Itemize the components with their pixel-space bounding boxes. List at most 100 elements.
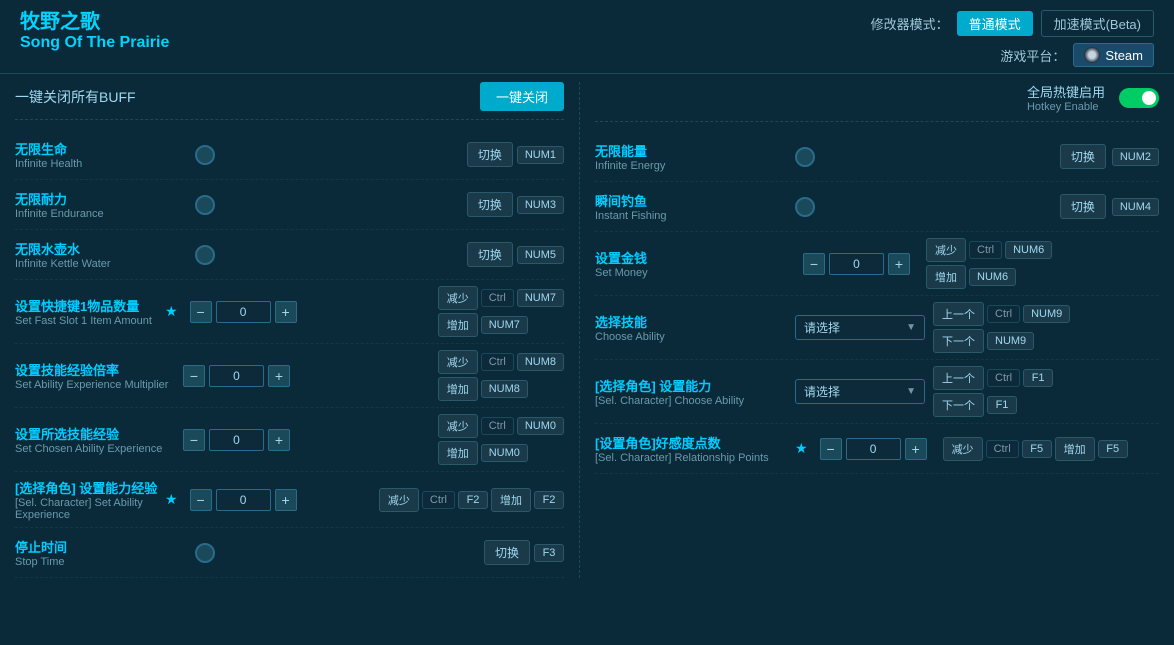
feature-fast-slot: 设置快捷键1物品数量 Set Fast Slot 1 Item Amount ★… [15,280,564,344]
feature-zh: 无限能量 [595,141,795,160]
feature-en: Choose Ability [595,331,795,343]
decrement-rel[interactable]: − [820,438,842,460]
number-control-rel: − + [820,438,927,460]
feature-label-infinite-endurance: 无限耐力 Infinite Endurance [15,189,195,220]
decrement-money[interactable]: − [803,253,825,275]
feature-en: Infinite Health [15,158,195,170]
next-key-row-sel: 下一个 F1 [933,393,1053,417]
value-input-chosen[interactable] [209,429,264,451]
decrement-chosen[interactable]: − [183,429,205,451]
hotkey-enable-toggle[interactable] [1119,88,1159,108]
nav-key-group-ability: 上一个 Ctrl NUM9 下一个 NUM9 [933,302,1070,353]
ctrl-badge-sel-prev: Ctrl [987,369,1020,387]
next-label-sel[interactable]: 下一个 [933,393,984,417]
feature-infinite-endurance: 无限耐力 Infinite Endurance 切换 NUM3 [15,180,564,230]
star-icon-rel: ★ [795,440,808,457]
toggle-stop-time[interactable] [195,543,215,563]
feature-en: Instant Fishing [595,210,795,222]
feature-label-stop-time: 停止时间 Stop Time [15,537,195,568]
increase-label-rel-inline[interactable]: 增加 [1055,437,1095,461]
switch-button-stop-time[interactable]: 切换 [484,540,530,565]
reduce-label-money[interactable]: 减少 [926,238,966,262]
feature-en: Infinite Energy [595,160,795,172]
mode-normal-button[interactable]: 普通模式 [957,11,1033,36]
title-block: 牧野之歌 Song Of The Prairie [20,10,169,52]
increment-chosen[interactable]: + [268,429,290,451]
increase-label-sel-inline[interactable]: 增加 [491,488,531,512]
sel-ability-select[interactable]: 请选择 ▼ [795,379,925,404]
toggle-energy[interactable] [795,147,815,167]
feature-sel-char-ability-exp: [选择角色] 设置能力经验 [Sel. Character] Set Abili… [15,472,564,528]
key-badge-num0-reduce: NUM0 [517,417,564,435]
key-badge-num2: NUM2 [1112,148,1159,166]
value-input-slot[interactable] [216,301,271,323]
feature-en: Set Ability Experience Multiplier [15,379,175,391]
value-input-money[interactable] [829,253,884,275]
increment-rel[interactable]: + [905,438,927,460]
key-badge-num6-reduce: NUM6 [1005,241,1052,259]
ctrl-badge-ability-prev: Ctrl [987,305,1020,323]
ability-select[interactable]: 请选择 ▼ [795,315,925,340]
right-panel: 全局热键启用 Hotkey Enable 无限能量 Infinite Energ… [580,82,1174,578]
title-zh: 牧野之歌 [20,10,169,34]
hotkey-enable-labels: 全局热键启用 Hotkey Enable [1027,82,1105,113]
increase-label-chosen[interactable]: 增加 [438,441,478,465]
increase-label-slot[interactable]: 增加 [438,313,478,337]
feature-choose-ability: 选择技能 Choose Ability 请选择 ▼ 上一个 Ctrl NUM9 … [595,296,1159,360]
increment-slot[interactable]: + [275,301,297,323]
value-input-sel[interactable] [216,489,271,511]
key-badge-f5-reduce: F5 [1022,440,1052,458]
steam-button[interactable]: Steam [1073,43,1154,67]
next-key-row-ability: 下一个 NUM9 [933,329,1070,353]
star-icon-slot: ★ [165,303,178,320]
increment-money[interactable]: + [888,253,910,275]
toggle-infinite-kettle[interactable] [195,245,215,265]
next-label-ability[interactable]: 下一个 [933,329,984,353]
mode-beta-button[interactable]: 加速模式(Beta) [1041,10,1154,37]
decrement-sel[interactable]: − [190,489,212,511]
feature-zh: [选择角色] 设置能力经验 [15,478,165,497]
feature-en: [Sel. Character] Choose Ability [595,395,795,407]
increase-key-row-multi: 增加 NUM8 [438,377,564,401]
increment-multi[interactable]: + [268,365,290,387]
key-badge-num7-reduce: NUM7 [517,289,564,307]
reduce-label-rel[interactable]: 减少 [943,437,983,461]
ctrl-badge-rel-reduce: Ctrl [986,440,1019,458]
ctrl-badge-sel-reduce: Ctrl [422,491,455,509]
feature-instant-fishing: 瞬间钓鱼 Instant Fishing 切换 NUM4 [595,182,1159,232]
key-badge-f2-reduce: F2 [458,491,488,509]
reduce-label-chosen[interactable]: 减少 [438,414,478,438]
feature-label-fast-slot: 设置快捷键1物品数量 Set Fast Slot 1 Item Amount [15,296,165,327]
title-en: Song Of The Prairie [20,34,169,52]
feature-en: Set Fast Slot 1 Item Amount [15,315,165,327]
switch-button-endurance[interactable]: 切换 [467,192,513,217]
feature-infinite-health: 无限生命 Infinite Health 切换 NUM1 [15,130,564,180]
prev-label-ability[interactable]: 上一个 [933,302,984,326]
toggle-infinite-endurance[interactable] [195,195,215,215]
feature-en: Set Chosen Ability Experience [15,443,175,455]
reduce-key-row-rel: 减少 Ctrl F5 增加 F5 [943,437,1128,461]
key-badge-num9-next: NUM9 [987,332,1034,350]
switch-button-fishing[interactable]: 切换 [1060,194,1106,219]
value-input-multi[interactable] [209,365,264,387]
reduce-label-multi[interactable]: 减少 [438,350,478,374]
prev-label-sel[interactable]: 上一个 [933,366,984,390]
increase-label-money[interactable]: 增加 [926,265,966,289]
key-badge-f3: F3 [534,544,564,562]
increase-label-multi[interactable]: 增加 [438,377,478,401]
value-input-rel[interactable] [846,438,901,460]
toggle-fishing[interactable] [795,197,815,217]
switch-button-kettle[interactable]: 切换 [467,242,513,267]
toggle-infinite-health[interactable] [195,145,215,165]
decrement-slot[interactable]: − [190,301,212,323]
switch-button-energy[interactable]: 切换 [1060,144,1106,169]
increment-sel[interactable]: + [275,489,297,511]
disable-all-button[interactable]: 一键关闭 [480,82,564,111]
switch-button-health[interactable]: 切换 [467,142,513,167]
right-controls-fishing: 切换 NUM4 [1060,194,1159,219]
reduce-label-slot[interactable]: 减少 [438,286,478,310]
select-arrow-sel: ▼ [906,386,916,397]
decrement-multi[interactable]: − [183,365,205,387]
left-panel: 一键关闭所有BUFF 一键关闭 无限生命 Infinite Health 切换 … [0,82,580,578]
reduce-label-sel[interactable]: 减少 [379,488,419,512]
